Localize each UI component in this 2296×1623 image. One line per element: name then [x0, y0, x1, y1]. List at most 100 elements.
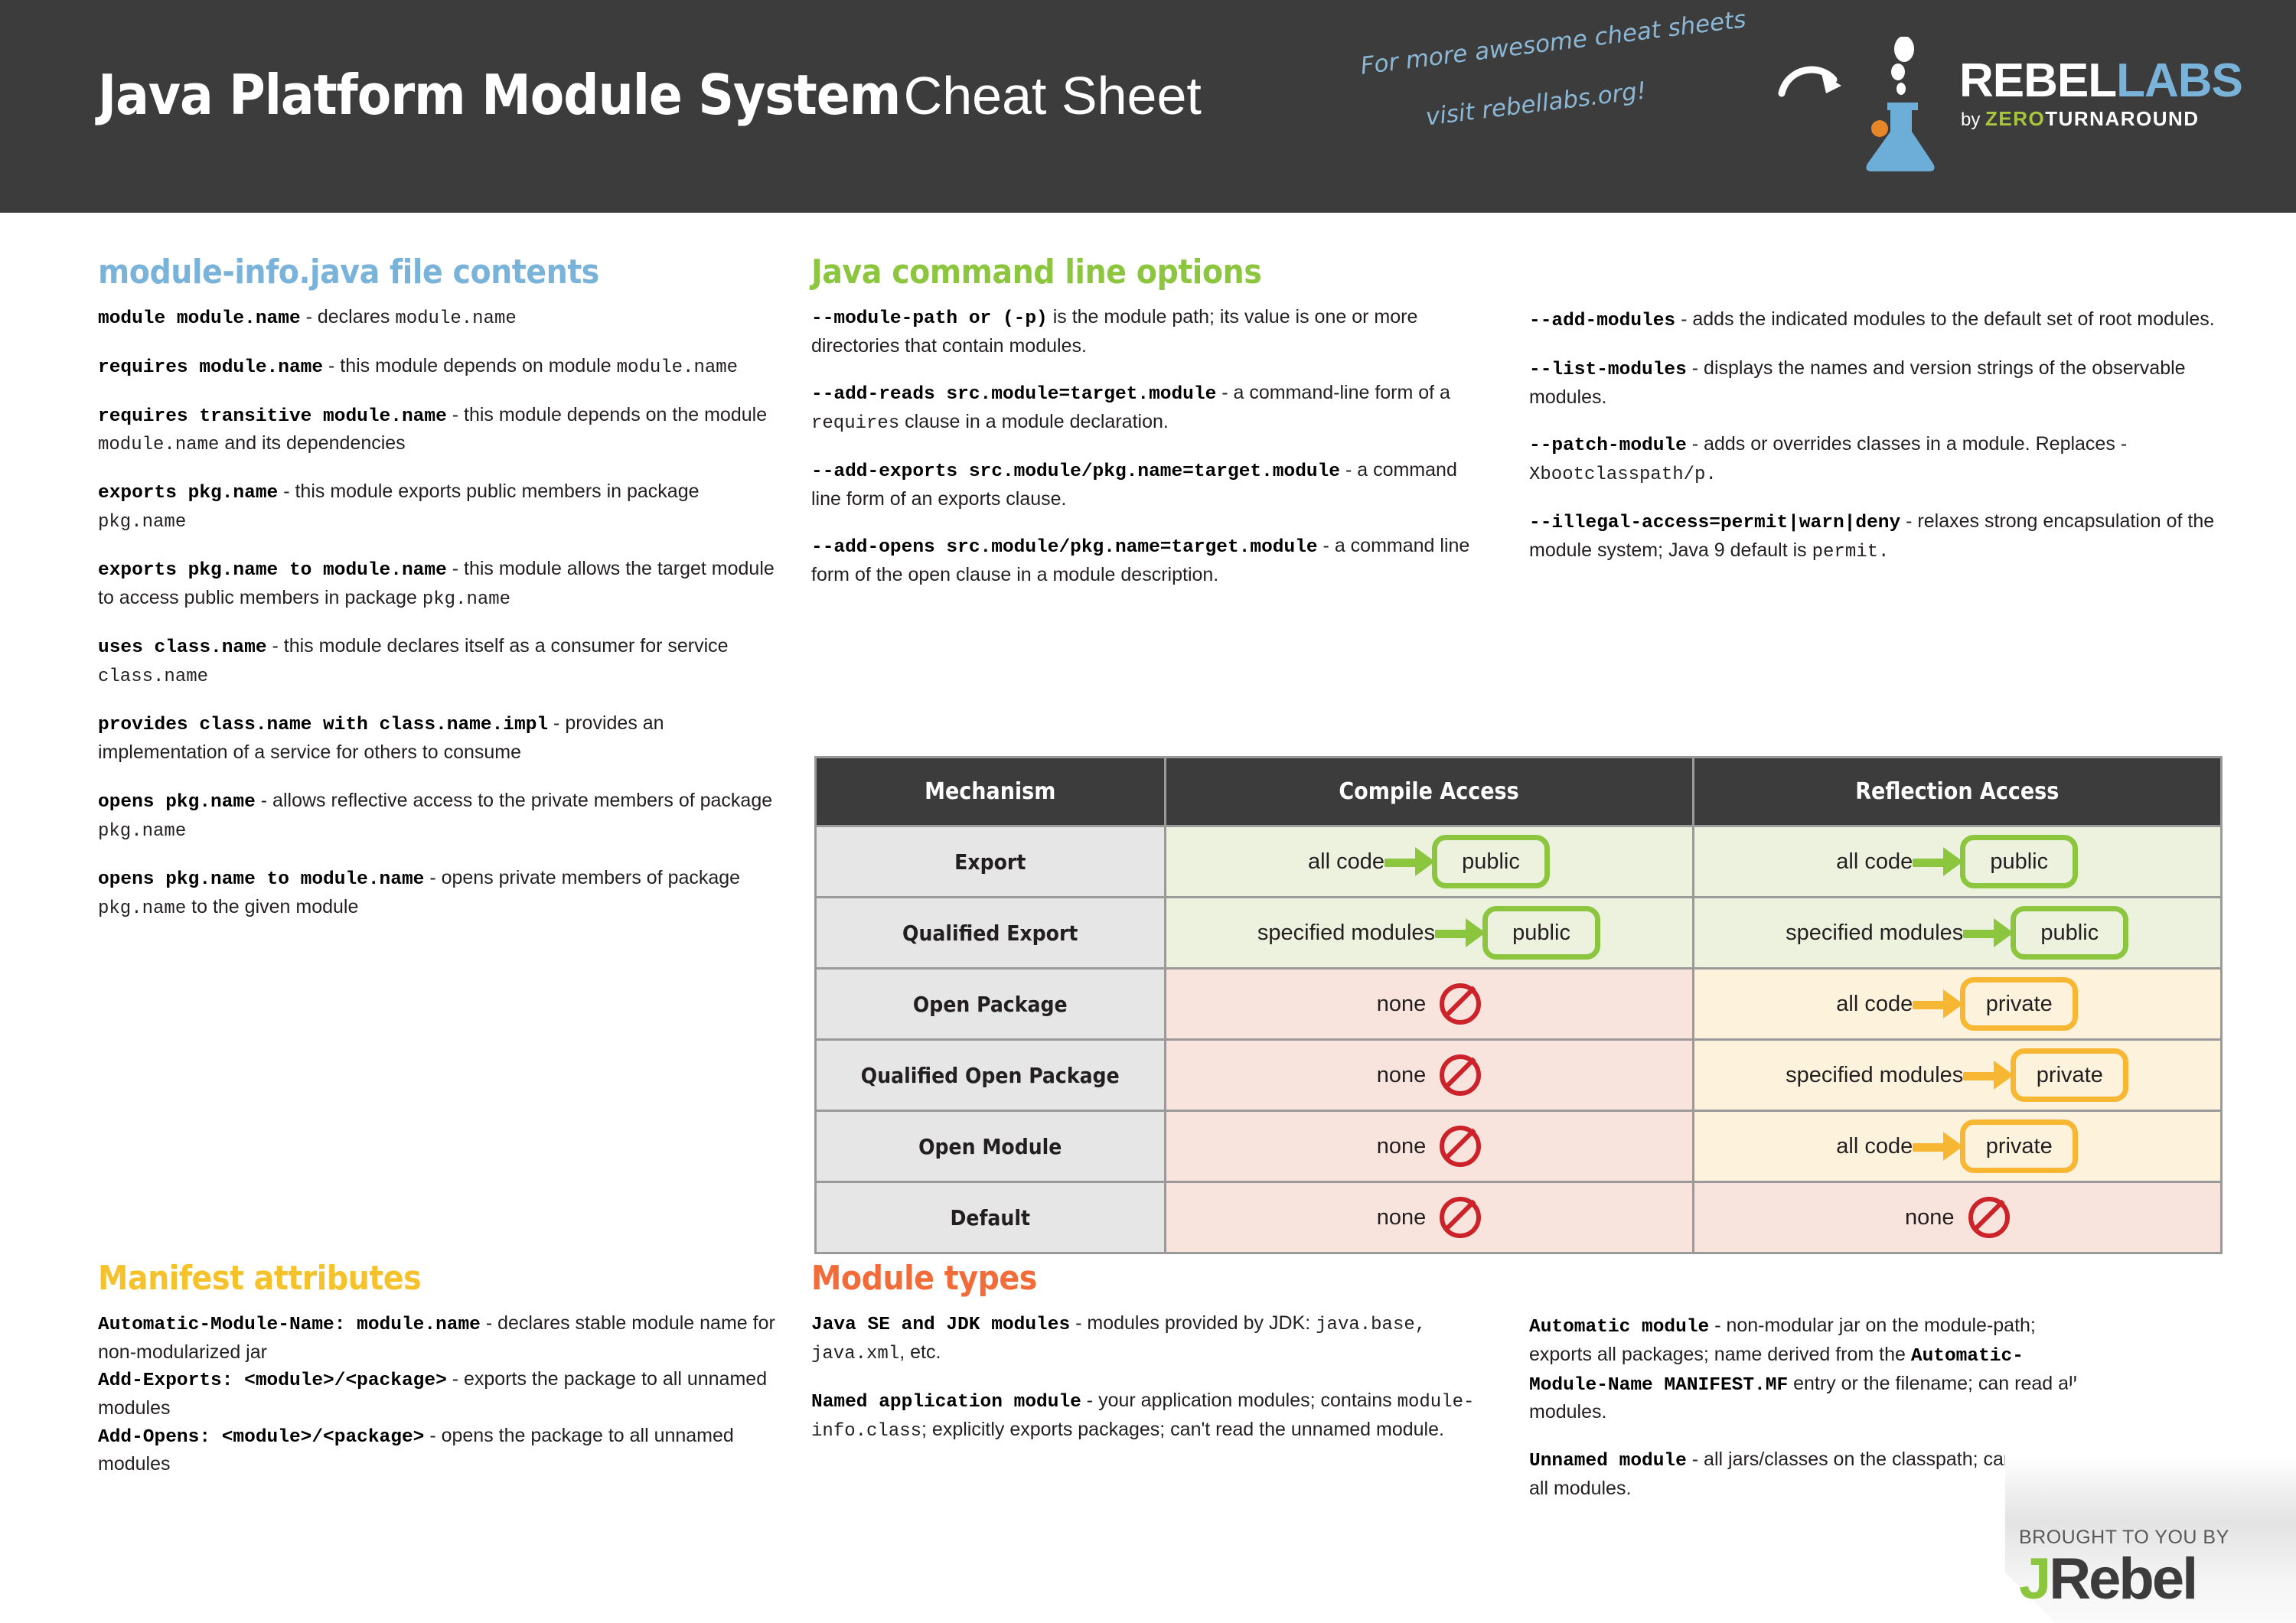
module-type-item: Unnamed module - all jars/classes on the…	[1529, 1446, 2080, 1502]
footer-branding: BROUGHT TO YOU BY JRebel	[2019, 1527, 2279, 1608]
item-tail: , etc.	[899, 1341, 941, 1363]
item-code: --list-modules	[1529, 359, 1687, 380]
none-label: none	[1904, 1204, 1955, 1230]
item-code: opens pkg.name to module.name	[98, 869, 425, 890]
item-code-tail: module.name	[395, 308, 517, 329]
flow-target-badge: public	[1431, 835, 1550, 888]
item-code-tail: pkg.name	[422, 589, 511, 611]
item-desc: - allows reflective access to the privat…	[255, 789, 773, 811]
cmdline-item: --module-path or (-p) is the module path…	[811, 304, 1485, 360]
cell-compile-access: none	[1165, 1038, 1694, 1111]
item-code-tail: pkg.name	[98, 512, 187, 533]
page-title: Java Platform Module System Cheat Sheet	[98, 63, 1202, 127]
item-code: --add-reads src.module=target.module	[811, 384, 1217, 406]
item-code: provides class.name with class.name.impl	[98, 715, 549, 735]
item-code: module module.name	[98, 308, 301, 329]
item-code-tail: Xbootclasspath/p.	[1529, 464, 1717, 485]
item-code-tail: module.name	[616, 357, 739, 378]
manifest-item: Add-Opens: <module>/<package> - opens th…	[98, 1423, 787, 1478]
item-code: Automatic-Module-Name: module.name	[98, 1315, 481, 1335]
table-row: Export all code public all code public	[817, 825, 2220, 898]
manifest-item: Add-Exports: <module>/<package> - export…	[98, 1366, 787, 1422]
item-code-tail: permit.	[1812, 541, 1890, 562]
cell-reflection-access: specified modules private	[1693, 1038, 2220, 1111]
module-info-item: module module.name - declares module.nam…	[98, 304, 787, 333]
cmdline-item: --add-opens src.module/pkg.name=target.m…	[811, 533, 1485, 588]
item-code: exports pkg.name to module.name	[98, 560, 447, 582]
page-header: Java Platform Module System Cheat Sheet …	[0, 0, 2296, 213]
module-info-item: opens pkg.name - allows reflective acces…	[98, 787, 787, 845]
item-tail: to the given module	[186, 895, 359, 917]
module-type-item: Automatic module - non-modular jar on th…	[1529, 1312, 2080, 1426]
flow-source: all code	[1836, 1133, 1913, 1159]
module-type-item: Java SE and JDK modules - modules provid…	[811, 1310, 1523, 1367]
table-row: Qualified Export specified modules publi…	[817, 896, 2220, 969]
rebellabs-labs-text: LABS	[2116, 54, 2243, 107]
cell-compile-access: specified modules public	[1165, 896, 1694, 969]
module-types-right-column: Automatic module - non-modular jar on th…	[1529, 1312, 2080, 1502]
item-desc: - your application modules; contains	[1081, 1389, 1397, 1411]
prohibited-icon	[1440, 1126, 1482, 1167]
prohibited-icon	[1440, 983, 1482, 1025]
cell-mechanism: Default	[817, 1181, 1166, 1252]
item-code: exports pkg.name	[98, 483, 279, 504]
flow-target-badge: public	[1482, 906, 1601, 960]
prohibited-icon	[1968, 1197, 2010, 1238]
item-code: --patch-module	[1529, 435, 1687, 457]
item-code: uses class.name	[98, 637, 267, 659]
arrow-right-icon	[1963, 918, 2021, 947]
jrebel-j-letter: J	[2019, 1546, 2051, 1612]
manifest-item: Automatic-Module-Name: module.name - dec…	[98, 1310, 787, 1366]
item-code: --add-modules	[1529, 311, 1676, 331]
item-code: opens pkg.name	[98, 791, 256, 813]
none-label: none	[1376, 991, 1427, 1016]
item-code-tail: pkg.name	[98, 820, 187, 842]
item-code-tail: module.name	[98, 435, 220, 456]
item-desc: - this module declares itself as a consu…	[266, 635, 729, 657]
flow-source: specified modules	[1786, 920, 1964, 945]
table-row: Default none none	[817, 1181, 2220, 1252]
handwritten-note-line2: visit rebellabs.org!	[1424, 77, 1649, 132]
rebellabs-flask-icon	[1837, 36, 1952, 180]
module-info-section: module-info.java file contents module mo…	[98, 253, 787, 922]
handwritten-note-line1: For more awesome cheat sheets	[1358, 5, 1748, 80]
cell-reflection-access: all code public	[1693, 825, 2220, 898]
item-tail: ; explicitly exports packages; can't rea…	[921, 1418, 1444, 1440]
flow-source: specified modules	[1786, 1062, 1964, 1087]
module-info-item: opens pkg.name to module.name - opens pr…	[98, 865, 787, 922]
module-info-item: requires module.name - this module depen…	[98, 353, 787, 382]
item-code: Add-Exports: <module>/<package>	[98, 1370, 447, 1392]
cell-mechanism: Open Package	[817, 967, 1166, 1040]
flow-target-badge: public	[1960, 835, 2079, 888]
flow-target-badge: private	[2011, 1048, 2129, 1102]
flow-source: specified modules	[1257, 920, 1436, 945]
item-desc: - this module depends on module	[323, 354, 617, 376]
rebellabs-tagline: by ZEROTURNAROUND	[1961, 107, 2200, 131]
column-header-mechanism: Mechanism	[817, 758, 1166, 826]
cell-compile-access: none	[1165, 1181, 1694, 1252]
item-desc: - declares	[300, 306, 396, 328]
item-code: --illegal-access=permit|warn|deny	[1529, 512, 1901, 533]
page-title-bold: Java Platform Module System	[98, 63, 901, 127]
rebellabs-rebel-text: REBEL	[1959, 54, 2117, 107]
prohibited-icon	[1440, 1054, 1482, 1096]
access-matrix-table: Mechanism Compile Access Reflection Acce…	[814, 756, 2223, 1254]
arrow-right-icon	[1435, 918, 1493, 947]
item-code-tail: requires	[811, 413, 900, 435]
cell-reflection-access: all code private	[1693, 1110, 2220, 1182]
item-code: Named application module	[811, 1391, 1081, 1413]
item-desc: - this module depends on the module	[446, 403, 768, 425]
cell-mechanism: Qualified Export	[817, 896, 1166, 969]
cell-reflection-access: specified modules public	[1693, 896, 2220, 969]
zero-text: ZERO	[1985, 107, 2046, 130]
item-tail: clause in a module declaration.	[899, 411, 1169, 433]
arrow-right-icon	[1913, 847, 1971, 876]
cmdline-item: --add-exports src.module/pkg.name=target…	[811, 457, 1485, 513]
item-code: Unnamed module	[1529, 1450, 1687, 1471]
turnaround-text: TURNAROUND	[2045, 107, 2200, 130]
flow-source: all code	[1836, 849, 1913, 874]
item-desc: - adds the indicated modules to the defa…	[1675, 308, 2215, 330]
cmdline-options-section: Java command line options --module-path …	[811, 253, 1485, 589]
item-code: requires module.name	[98, 357, 324, 378]
table-row: Qualified Open Package none specified mo…	[817, 1038, 2220, 1111]
